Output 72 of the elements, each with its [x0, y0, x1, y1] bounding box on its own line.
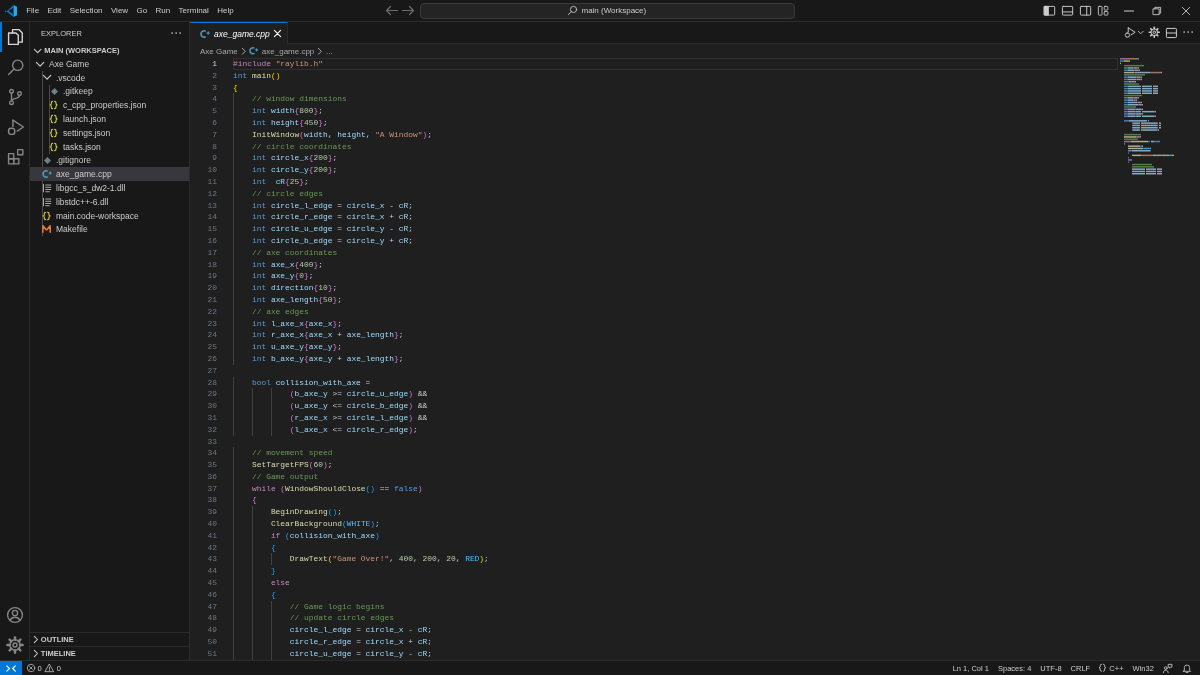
chevron-right-icon — [318, 47, 322, 55]
person-speech-icon[interactable] — [1163, 663, 1173, 673]
close-icon[interactable] — [1181, 6, 1190, 15]
remote-button[interactable] — [0, 661, 22, 675]
arrow-left-icon[interactable] — [385, 6, 398, 15]
split-editor-icon[interactable] — [1165, 27, 1177, 38]
more-icon[interactable] — [170, 31, 181, 35]
braces-icon — [43, 211, 51, 220]
tree-item[interactable]: tasks.json — [30, 139, 189, 154]
tree-item[interactable]: settings.json — [30, 126, 189, 140]
more-icon[interactable] — [1182, 31, 1193, 34]
diamond-icon — [50, 88, 58, 95]
list-icon — [43, 184, 51, 193]
account-icon[interactable] — [6, 607, 23, 623]
c-plus-icon — [42, 170, 52, 179]
error-icon — [26, 664, 35, 672]
tree-item[interactable]: .vscode — [30, 70, 189, 85]
warning-icon — [44, 664, 54, 672]
play-bug-icon[interactable] — [1125, 27, 1136, 38]
search-icon — [7, 59, 24, 75]
breadcrumb[interactable]: axe_game.cpp — [249, 46, 315, 56]
menu-item[interactable]: Run — [151, 2, 175, 19]
tree-item[interactable]: .gitkeep — [30, 84, 189, 99]
panel-left-icon[interactable] — [1044, 5, 1056, 16]
braces-icon — [1099, 664, 1107, 672]
search-bar[interactable]: main (Workspace) — [419, 2, 795, 19]
remote-icon — [5, 664, 17, 672]
search-icon — [568, 6, 578, 15]
minimize-icon[interactable] — [1123, 9, 1134, 12]
logo-icon — [5, 4, 17, 17]
breadcrumb[interactable]: Axe Game — [200, 46, 238, 56]
tree-item[interactable]: axe_game.cpp — [30, 167, 189, 182]
diamond-icon — [43, 156, 51, 164]
tree-item[interactable]: c_cpp_properties.json — [30, 98, 189, 113]
tree-item[interactable]: .gitignore — [30, 153, 189, 168]
play-bug-icon — [7, 119, 24, 135]
breadcrumb[interactable]: ... — [325, 46, 333, 56]
braces-icon — [50, 128, 58, 137]
tree-item[interactable]: libgcc_s_dw2-1.dll — [30, 181, 189, 195]
tree-item[interactable]: launch.json — [30, 112, 189, 126]
tree-item[interactable]: libstdc++-6.dll — [30, 194, 189, 209]
menu-item[interactable]: View — [106, 2, 133, 19]
braces-icon — [50, 115, 58, 124]
tree-item[interactable]: Axe Game — [30, 57, 189, 71]
m-icon — [42, 225, 52, 234]
files-icon — [8, 29, 23, 45]
menu-item[interactable]: Help — [213, 2, 238, 19]
branch-icon — [9, 89, 22, 105]
braces-icon — [50, 101, 58, 110]
c-plus-icon — [249, 47, 259, 55]
chevron-right-icon — [241, 47, 246, 55]
settings-icon[interactable] — [6, 637, 23, 653]
blocks-icon — [7, 149, 24, 165]
list-icon — [43, 197, 51, 206]
restore-icon[interactable] — [1153, 6, 1162, 15]
panel-right-icon[interactable] — [1080, 5, 1092, 16]
layout-grid-icon[interactable] — [1098, 5, 1109, 16]
editor-tab[interactable]: axe_game.cpp — [190, 22, 288, 44]
menu-item[interactable]: Edit — [43, 2, 66, 19]
bell-icon[interactable] — [1183, 663, 1191, 673]
tree-item[interactable]: main.code-workspace — [30, 208, 189, 223]
menu-item[interactable]: Selection — [65, 2, 107, 19]
settings-icon[interactable] — [1149, 27, 1160, 38]
tree-item[interactable]: Makefile — [30, 222, 189, 237]
menu-item[interactable]: File — [22, 2, 44, 19]
menu-item[interactable]: Go — [132, 2, 152, 19]
chevron-down-icon — [1137, 31, 1144, 34]
menu-item[interactable]: Terminal — [174, 2, 214, 19]
arrow-right-icon[interactable] — [401, 6, 414, 15]
braces-icon — [50, 142, 58, 151]
panel-bottom-icon[interactable] — [1062, 5, 1074, 16]
c-plus-icon — [200, 29, 210, 38]
